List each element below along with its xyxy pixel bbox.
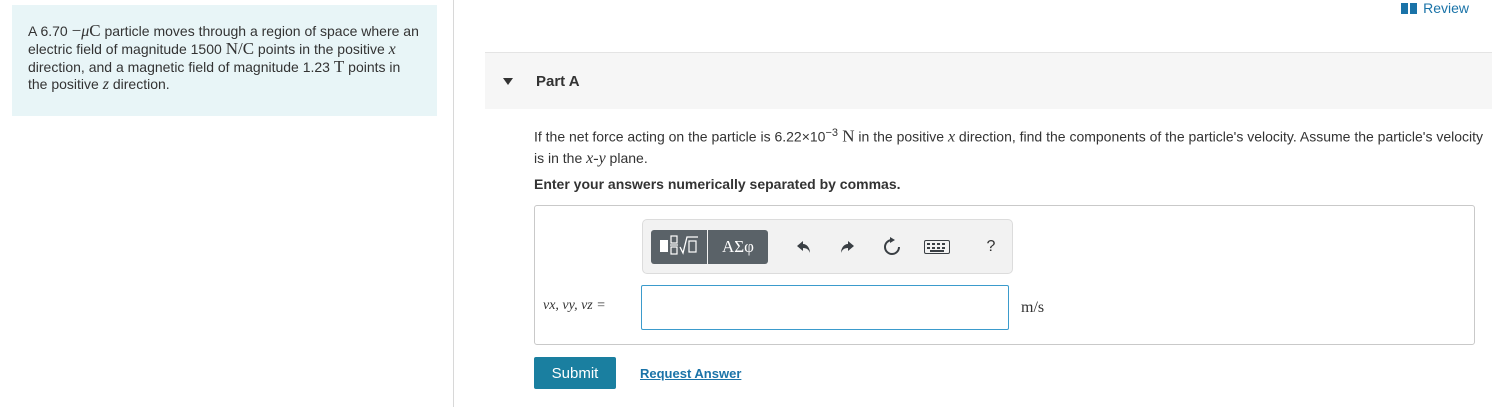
submit-button[interactable]: Submit [534, 357, 616, 389]
redo-icon[interactable] [834, 230, 860, 264]
variables-label: vx, vy, vz = [543, 298, 606, 313]
question-exponent: −3 [825, 127, 839, 139]
math-toolbar: ΑΣφ ? [642, 219, 1013, 274]
problem-var-x: x [388, 41, 396, 58]
review-link[interactable]: Review [1401, 0, 1469, 16]
question-text: If the net force acting on the particle … [534, 123, 1489, 169]
templates-icon [656, 233, 702, 262]
problem-text: direction. [108, 76, 170, 92]
unit-label: m/s [1021, 299, 1045, 316]
greek-symbols-button[interactable]: ΑΣφ [708, 230, 768, 264]
caret-down-icon[interactable] [503, 77, 513, 85]
problem-text: points in the positive [254, 41, 389, 57]
answer-box: ΑΣφ ? vx, vy, vz = m/s [534, 205, 1475, 345]
problem-statement: A 6.70 −μC particle moves through a regi… [12, 5, 437, 116]
question-segment: If the net force acting on the particle … [534, 128, 826, 145]
instructions: Enter your answers numerically separated… [534, 176, 901, 192]
question-unit-n: N [838, 126, 855, 146]
keyboard-icon[interactable] [922, 230, 952, 264]
undo-icon[interactable] [791, 230, 817, 264]
question-segment: in the positive [854, 128, 948, 145]
templates-button[interactable] [651, 230, 707, 264]
problem-unit-c: C [89, 21, 101, 40]
problem-text: A 6.70 [28, 23, 72, 39]
review-label: Review [1423, 0, 1469, 16]
problem-unit-nc: N/C [225, 39, 255, 58]
help-button[interactable]: ? [978, 230, 1004, 264]
problem-unit-t: T [333, 57, 345, 76]
question-segment: plane. [605, 149, 648, 166]
answer-input[interactable] [641, 285, 1009, 330]
problem-mu: μ [81, 23, 90, 40]
column-divider [453, 0, 454, 407]
part-title: Part A [536, 72, 580, 90]
book-icon [1401, 1, 1418, 14]
reset-icon[interactable] [879, 230, 905, 264]
problem-dash: − [71, 21, 82, 40]
question-var-xy: x-y [586, 149, 606, 167]
problem-text: direction, and a magnetic field of magni… [28, 59, 334, 75]
part-a-header[interactable]: Part A [485, 52, 1492, 109]
request-answer-link[interactable]: Request Answer [640, 366, 741, 381]
question-var-x: x [947, 128, 956, 146]
